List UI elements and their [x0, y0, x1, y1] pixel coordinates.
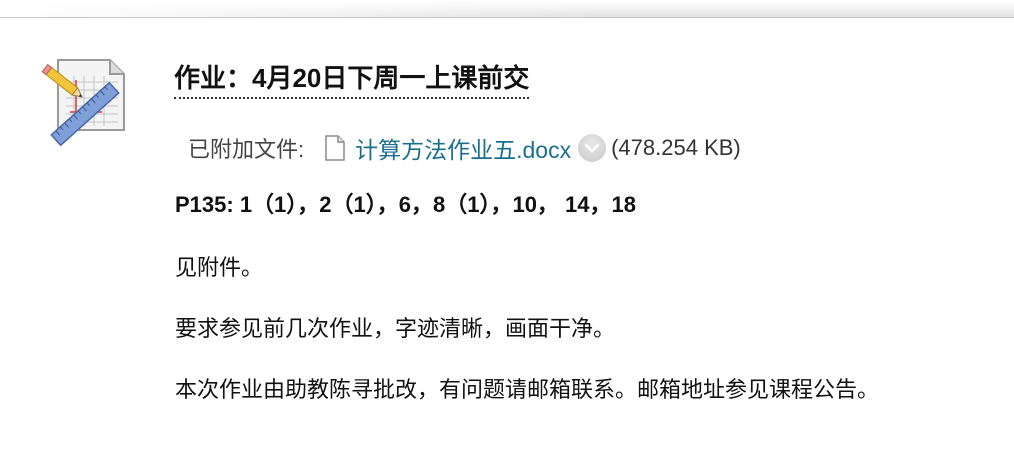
chevron-down-icon — [585, 143, 600, 153]
assignment-title[interactable]: 作业：4月20日下周一上课前交 — [174, 60, 530, 99]
attachment-label: 已附加文件: — [188, 137, 305, 162]
grader-contact-text: 本次作业由助教陈寻批改，有问题请邮箱联系。邮箱地址参见课程公告。 — [175, 377, 880, 402]
see-attachment-text: 见附件。 — [175, 255, 264, 280]
requirements-text: 要求参见前几次作业，字迹清晰，画面干净。 — [175, 316, 616, 341]
attachment-row: 已附加文件: 计算方法作业五.docx (478.254 KB) — [188, 131, 741, 165]
assignment-page: 作业：4月20日下周一上课前交 已附加文件: 计算方法作业五.docx (478… — [0, 0, 1014, 452]
problem-list: P135: 1（1），2（1），6，8（1），10， 14，18 — [175, 192, 636, 217]
top-bar — [0, 0, 1014, 18]
attachment-file-size: (478.254 KB) — [611, 135, 741, 160]
top-bar-shade — [0, 0, 600, 17]
document-file-icon — [324, 135, 346, 161]
assignment-pencil-ruler-icon — [40, 52, 130, 148]
attachment-options-button[interactable] — [578, 134, 607, 162]
attachment-file-link[interactable]: 计算方法作业五.docx — [355, 131, 571, 165]
